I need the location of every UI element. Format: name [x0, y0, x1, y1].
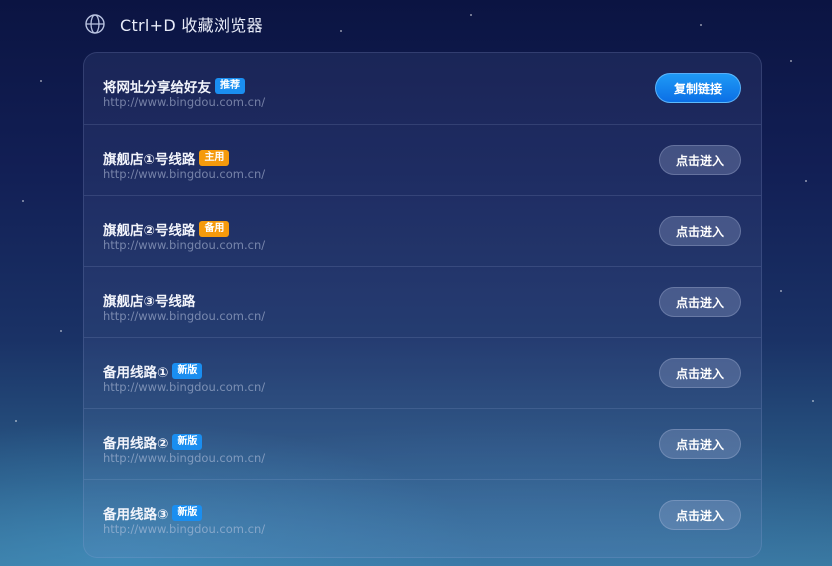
item-url: http://www.bingdou.com.cn/: [103, 522, 266, 536]
list-item: 备用线路③ 新版 http://www.bingdou.com.cn/ 点击进入: [84, 479, 761, 550]
list-item: 备用线路② 新版 http://www.bingdou.com.cn/ 点击进入: [84, 408, 761, 479]
enter-button[interactable]: 点击进入: [659, 216, 741, 246]
list-item: 将网址分享给好友 推荐 http://www.bingdou.com.cn/ 复…: [84, 53, 761, 124]
item-url: http://www.bingdou.com.cn/: [103, 95, 266, 109]
list-item: 旗舰店②号线路 备用 http://www.bingdou.com.cn/ 点击…: [84, 195, 761, 266]
list-item: 旗舰店①号线路 主用 http://www.bingdou.com.cn/ 点击…: [84, 124, 761, 195]
enter-button[interactable]: 点击进入: [659, 287, 741, 317]
tag-badge: 推荐: [215, 78, 245, 94]
item-url: http://www.bingdou.com.cn/: [103, 167, 266, 181]
item-name: 旗舰店①号线路: [103, 152, 196, 168]
line-list-panel: 将网址分享给好友 推荐 http://www.bingdou.com.cn/ 复…: [83, 52, 762, 558]
item-url: http://www.bingdou.com.cn/: [103, 451, 266, 465]
item-url: http://www.bingdou.com.cn/: [103, 238, 266, 252]
item-url: http://www.bingdou.com.cn/: [103, 380, 266, 394]
item-name: 旗舰店②号线路: [103, 223, 196, 239]
item-name: 旗舰店③号线路: [103, 294, 196, 310]
item-name: 备用线路①: [103, 365, 169, 381]
item-name: 备用线路③: [103, 507, 169, 523]
tag-badge: 备用: [199, 221, 230, 237]
globe-icon: [85, 14, 105, 34]
copy-link-button[interactable]: 复制链接: [655, 73, 741, 103]
tag-badge: 新版: [172, 505, 203, 521]
enter-button[interactable]: 点击进入: [659, 429, 741, 459]
item-name: 将网址分享给好友: [103, 80, 211, 96]
item-name: 备用线路②: [103, 436, 169, 452]
page-header: Ctrl+D 收藏浏览器: [84, 12, 263, 36]
tag-badge: 主用: [199, 150, 230, 166]
list-item: 备用线路① 新版 http://www.bingdou.com.cn/ 点击进入: [84, 337, 761, 408]
enter-button[interactable]: 点击进入: [659, 500, 741, 530]
item-url: http://www.bingdou.com.cn/: [103, 309, 266, 323]
tag-badge: 新版: [172, 363, 203, 379]
tag-badge: 新版: [172, 434, 203, 450]
enter-button[interactable]: 点击进入: [659, 358, 741, 388]
bookmark-hint-title: Ctrl+D 收藏浏览器: [120, 16, 263, 35]
enter-button[interactable]: 点击进入: [659, 145, 741, 175]
list-item: 旗舰店③号线路 http://www.bingdou.com.cn/ 点击进入: [84, 266, 761, 337]
